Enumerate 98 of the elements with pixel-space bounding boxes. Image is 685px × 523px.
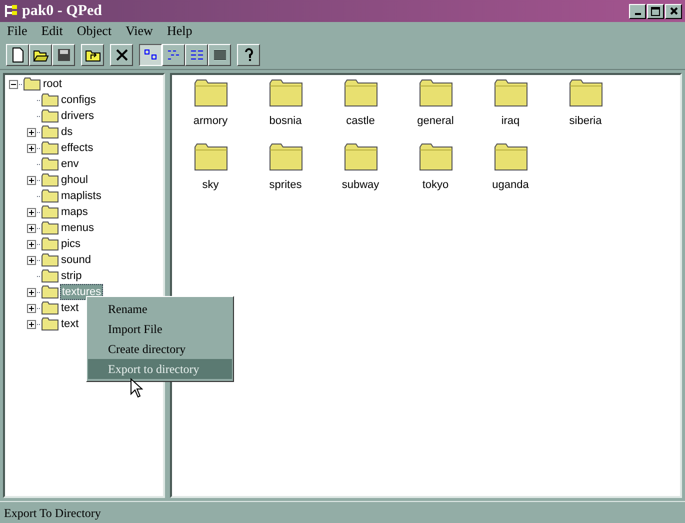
folder-label[interactable]: iraq	[501, 113, 520, 130]
context-menu-item[interactable]: Export to directory	[88, 359, 232, 379]
expand-icon[interactable]	[27, 224, 36, 232]
tree-item[interactable]: sound	[60, 253, 92, 267]
tree-item[interactable]: env	[60, 157, 80, 171]
folder-label[interactable]: armory	[193, 113, 228, 130]
folder-icon	[41, 109, 59, 123]
save-icon	[56, 48, 70, 62]
window-title: pak0 - QPed	[22, 2, 102, 21]
list-icon	[190, 48, 204, 60]
open-folder-icon	[32, 48, 48, 62]
folder-icon	[194, 142, 228, 170]
folder-icon	[418, 142, 452, 170]
menu-item[interactable]: Object	[76, 21, 112, 41]
details-icon	[212, 48, 226, 60]
save-button[interactable]	[52, 44, 75, 66]
tree-item[interactable]: menus	[60, 221, 96, 235]
folder-label[interactable]: siberia	[569, 113, 602, 130]
tree-item[interactable]: pics	[60, 237, 82, 251]
context-menu-item[interactable]: Rename	[88, 299, 232, 319]
expand-icon[interactable]	[27, 176, 36, 184]
folder-label[interactable]: sky	[202, 176, 219, 193]
folder-icon	[41, 221, 59, 235]
folder-icon	[41, 317, 59, 331]
folder-label[interactable]: bosnia	[269, 113, 302, 130]
tree-item[interactable]: maplists	[60, 189, 102, 203]
maximize-icon	[651, 6, 660, 16]
folder-icon	[41, 269, 59, 283]
tree-item[interactable]: ghoul	[60, 173, 89, 187]
expand-icon[interactable]	[27, 256, 36, 264]
open-button[interactable]	[29, 44, 52, 66]
close-icon	[670, 7, 678, 15]
maximize-button[interactable]	[647, 4, 664, 18]
folder-icon	[41, 125, 59, 139]
folder-label[interactable]: sprites	[269, 176, 302, 193]
expand-icon[interactable]	[27, 304, 36, 312]
help-icon	[242, 46, 254, 62]
folder-icon	[418, 79, 452, 107]
tree-item[interactable]: drivers	[60, 109, 96, 123]
large-icons-icon	[144, 48, 158, 60]
folder-icon	[23, 77, 41, 91]
folder-icon	[41, 253, 59, 267]
tree-item[interactable]: configs	[60, 93, 97, 107]
close-button[interactable]	[665, 4, 682, 18]
folder-icon	[41, 205, 59, 219]
delete-icon	[114, 48, 128, 62]
expand-icon[interactable]	[27, 320, 36, 328]
folder-icon	[41, 93, 59, 107]
minimize-button[interactable]	[629, 4, 646, 18]
folder-icon	[41, 285, 59, 299]
menu-item[interactable]: Help	[166, 21, 192, 41]
folder-icon	[194, 79, 228, 107]
folder-icon	[494, 79, 528, 107]
tree-item[interactable]: root	[42, 77, 63, 91]
folder-icon	[494, 142, 528, 170]
new-button[interactable]	[6, 44, 29, 66]
view-mode-button[interactable]	[139, 44, 162, 66]
folder-icon	[41, 189, 59, 203]
folder-icon	[568, 79, 602, 107]
tree-item[interactable]: ds	[60, 125, 74, 139]
folder-icon	[41, 157, 59, 171]
expand-icon[interactable]	[27, 128, 36, 136]
collapse-icon[interactable]	[9, 80, 18, 88]
folder-icon	[268, 142, 302, 170]
folder-icon	[41, 173, 59, 187]
folder-icon	[344, 142, 378, 170]
status-text: Export To Directory	[4, 504, 101, 522]
folder-icon	[344, 79, 378, 107]
folder-label[interactable]: castle	[346, 113, 375, 130]
folder-icon	[41, 237, 59, 251]
small-icons-icon	[166, 48, 180, 60]
folder-icon	[41, 141, 59, 155]
folder-label[interactable]: subway	[342, 176, 380, 193]
folder-icon	[268, 79, 302, 107]
expand-icon[interactable]	[27, 208, 36, 216]
context-menu-item[interactable]: Create directory	[88, 339, 232, 359]
expand-icon[interactable]	[27, 144, 36, 152]
folder-label[interactable]: tokyo	[422, 176, 449, 193]
folder-icon	[41, 301, 59, 315]
folder-up-icon	[84, 48, 100, 62]
menu-item[interactable]: View	[126, 21, 153, 41]
context-menu-item[interactable]: Import File	[88, 319, 232, 339]
help-button[interactable]	[237, 44, 260, 66]
new-file-icon	[10, 46, 24, 62]
folder-label[interactable]: uganda	[492, 176, 529, 193]
tree-app-icon	[3, 3, 19, 19]
expand-icon[interactable]	[27, 240, 36, 248]
tree-item[interactable]: maps	[60, 205, 89, 219]
folder-label[interactable]: general	[417, 113, 454, 130]
up-folder-button[interactable]	[81, 44, 104, 66]
expand-icon[interactable]	[27, 288, 36, 296]
delete-button[interactable]	[110, 44, 133, 66]
tree-item[interactable]: strip	[60, 269, 83, 283]
tree-item[interactable]: effects	[60, 141, 94, 155]
tree-item[interactable]: text	[60, 317, 80, 331]
tree-item[interactable]: text	[60, 301, 80, 315]
menu-item[interactable]: File	[7, 21, 28, 41]
menu-item[interactable]: Edit	[41, 21, 63, 41]
